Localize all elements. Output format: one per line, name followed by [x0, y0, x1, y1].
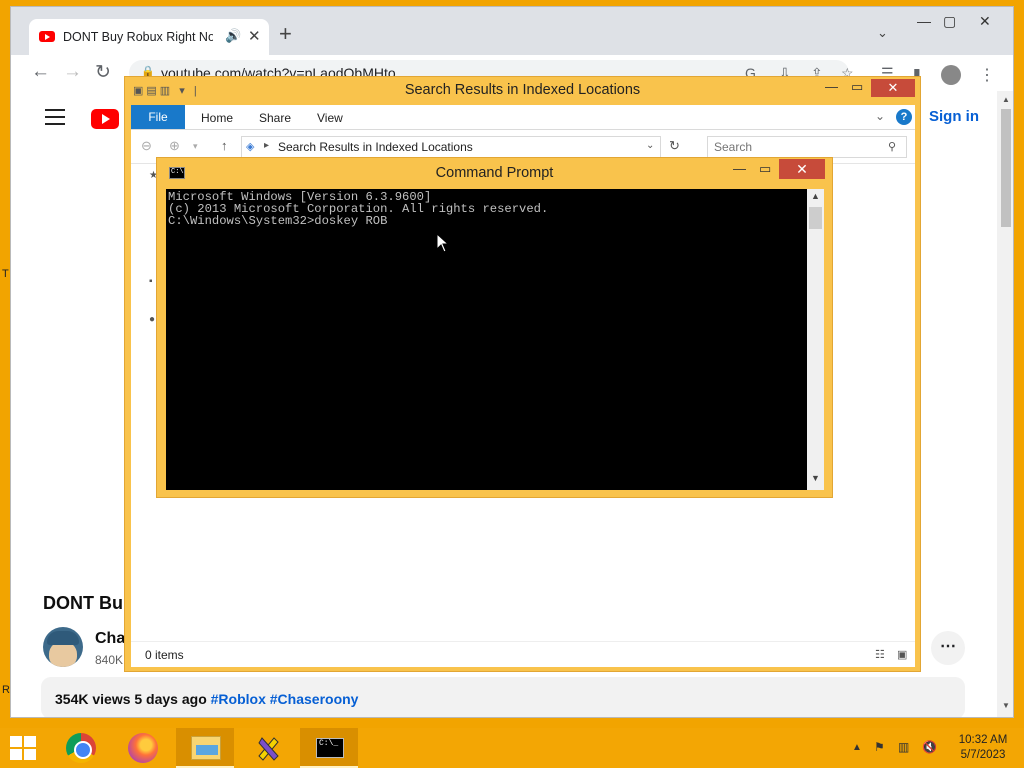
large-icons-view-icon[interactable]: ▣ [897, 648, 907, 661]
hashtag-links[interactable]: #Roblox #Chaseroony [211, 691, 359, 707]
refresh-icon[interactable]: ↻ [669, 138, 680, 154]
youtube-menu-icon[interactable] [45, 109, 65, 130]
action-center-flag-icon[interactable]: ⚑ [874, 740, 885, 754]
explorer-close-button[interactable]: ✕ [871, 79, 915, 97]
desktop-edge-text-r: R [2, 684, 10, 696]
tab-search-chevron-icon[interactable]: ⌄ [877, 25, 888, 41]
explorer-search-box[interactable]: ⚲ [707, 136, 907, 158]
cmd-scroll-up-icon[interactable]: ▲ [811, 191, 820, 201]
up-folder-arrow-icon[interactable]: ↑ [221, 138, 228, 153]
taskbar-chrome-button[interactable] [50, 728, 108, 768]
clock-time: 10:32 AM [958, 734, 1008, 746]
console-line[interactable]: C:\Windows\System32>doskey ROB [168, 215, 805, 227]
back-arrow-icon[interactable]: ← [31, 61, 50, 83]
profile-avatar-icon[interactable] [941, 65, 961, 85]
forward-arrow-icon[interactable]: → [63, 61, 82, 83]
search-location-icon: ◈ [246, 141, 255, 153]
chrome-icon [66, 733, 96, 763]
ribbon-tab-share[interactable]: Share [259, 111, 291, 125]
explorer-back-icon[interactable]: ⊖ [141, 138, 152, 154]
windows-start-icon[interactable] [10, 736, 36, 760]
views-date-text: 354K views 5 days ago [55, 691, 211, 707]
breadcrumb-separator-icon[interactable]: ▸ [264, 140, 269, 151]
nav-pane-network-icon[interactable]: ● [149, 314, 155, 325]
cmd-scrollbar-thumb[interactable] [809, 207, 822, 229]
cmd-minimize-button[interactable]: — [733, 161, 746, 176]
command-prompt-icon: C:\_ [316, 738, 344, 758]
help-icon[interactable]: ? [896, 109, 912, 125]
tools-icon [258, 737, 279, 761]
ribbon-tab-view[interactable]: View [317, 111, 343, 125]
system-clock[interactable]: 10:32 AM 5/7/2023 [950, 733, 1016, 763]
reload-icon[interactable]: ↻ [95, 61, 111, 84]
ribbon-tab-home[interactable]: Home [201, 111, 233, 125]
cmd-title: Command Prompt [435, 165, 554, 181]
clock-date: 5/7/2023 [960, 749, 1006, 761]
explorer-title: Search Results in Indexed Locations [404, 82, 641, 98]
file-explorer-icon [191, 736, 221, 760]
explorer-maximize-button[interactable]: ▭ [851, 79, 863, 95]
explorer-address-bar[interactable]: ◈ ▸ Search Results in Indexed Locations … [241, 136, 661, 158]
search-icon[interactable]: ⚲ [888, 140, 896, 153]
page-scrollbar[interactable]: ▲ ▼ [997, 91, 1013, 717]
chrome-close-button[interactable]: ✕ [979, 13, 991, 30]
explorer-search-input[interactable] [714, 139, 874, 155]
ribbon-expand-chevron-icon[interactable]: ⌄ [875, 109, 885, 123]
sign-in-button[interactable]: Sign in [929, 108, 979, 125]
new-tab-button[interactable]: + [279, 23, 292, 45]
cmd-maximize-button[interactable]: ▭ [759, 161, 771, 177]
show-hidden-icons-icon[interactable]: ▲ [852, 742, 862, 753]
network-icon[interactable]: ▥ [898, 740, 909, 754]
chrome-menu-icon[interactable]: ⋮ [979, 65, 995, 85]
ribbon-bar: File Home Share View ⌄ ? [131, 105, 915, 129]
chrome-minimize-button[interactable]: — [917, 13, 931, 29]
chrome-maximize-button[interactable]: ▢ [943, 13, 956, 30]
explorer-minimize-button[interactable]: — [825, 79, 838, 94]
scroll-down-arrow-icon[interactable]: ▼ [1002, 701, 1010, 710]
ribbon-tab-file[interactable]: File [131, 105, 185, 129]
address-path[interactable]: Search Results in Indexed Locations [278, 140, 473, 154]
channel-avatar[interactable] [43, 627, 83, 667]
views-and-date: 354K views 5 days ago #Roblox #Chaseroon… [55, 691, 358, 707]
command-prompt-window: C:\ Command Prompt — ▭ ✕ Microsoft Windo… [156, 157, 833, 498]
nav-pane-computer-icon[interactable]: ▪ [149, 276, 153, 287]
item-count: 0 items [145, 648, 184, 662]
address-dropdown-icon[interactable]: ⌄ [646, 140, 654, 151]
youtube-favicon-icon [39, 31, 55, 42]
tab-close-icon[interactable]: ✕ [248, 27, 261, 45]
audio-playing-icon[interactable]: 🔊 [225, 28, 241, 44]
video-title: DONT Bu [43, 593, 123, 613]
more-actions-button[interactable]: ⋯ [931, 631, 965, 665]
taskbar: C:\_ ▲ ⚑ ▥ 🔇 10:32 AM 5/7/2023 [0, 728, 1024, 768]
taskbar-file-explorer-button[interactable] [176, 728, 234, 768]
tab-title: DONT Buy Robux Right Now [63, 30, 213, 44]
explorer-forward-icon[interactable]: ⊕ [169, 138, 180, 154]
cmd-close-button[interactable]: ✕ [779, 159, 825, 179]
video-description-box[interactable]: 354K views 5 days ago #Roblox #Chaseroon… [41, 677, 965, 717]
taskbar-tools-button[interactable] [238, 728, 296, 768]
channel-name-link[interactable]: Cha [95, 630, 125, 648]
youtube-logo-icon[interactable] [91, 109, 119, 129]
recent-locations-chevron-icon[interactable]: ▾ [193, 141, 198, 152]
taskbar-command-prompt-button[interactable]: C:\_ [300, 728, 358, 768]
firefox-icon [128, 733, 158, 763]
explorer-status-bar: 0 items ☷ ▣ [131, 641, 915, 667]
subscriber-count: 840K [95, 653, 124, 667]
scroll-up-arrow-icon[interactable]: ▲ [1002, 95, 1010, 104]
cmd-scrollbar[interactable]: ▲ ▼ [807, 189, 824, 490]
details-view-icon[interactable]: ☷ [875, 648, 885, 661]
desktop-edge-text-t: T [2, 268, 9, 280]
browser-tab-youtube[interactable]: DONT Buy Robux Right Now 🔊 ✕ [29, 19, 269, 55]
volume-muted-icon[interactable]: 🔇 [922, 740, 937, 754]
cmd-scroll-down-icon[interactable]: ▼ [811, 473, 820, 483]
taskbar-firefox-button[interactable] [112, 728, 170, 768]
console-output[interactable]: Microsoft Windows [Version 6.3.9600] (c)… [166, 189, 807, 490]
scrollbar-thumb[interactable] [1001, 109, 1011, 227]
